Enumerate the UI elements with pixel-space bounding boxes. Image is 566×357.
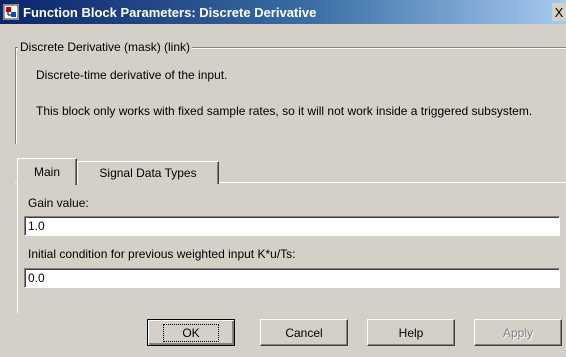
tab-panel-border bbox=[17, 183, 18, 313]
close-icon[interactable]: X bbox=[552, 3, 566, 21]
cancel-button[interactable]: Cancel bbox=[260, 319, 348, 346]
tab-signal-data-types[interactable]: Signal Data Types bbox=[77, 161, 219, 184]
title-bar[interactable]: Function Block Parameters: Discrete Deri… bbox=[0, 0, 566, 24]
mask-group-title: Discrete Derivative (mask) (link) bbox=[18, 40, 193, 54]
apply-button: Apply bbox=[474, 319, 562, 346]
ok-button[interactable]: OK bbox=[147, 319, 235, 346]
gain-label: Gain value: bbox=[28, 196, 89, 210]
help-button[interactable]: Help bbox=[367, 319, 455, 346]
initial-condition-input[interactable]: 0.0 bbox=[24, 268, 560, 288]
initial-condition-label: Initial condition for previous weighted … bbox=[28, 247, 296, 261]
simulink-block-icon bbox=[3, 4, 19, 20]
mask-groupbox bbox=[15, 47, 566, 144]
dialog-window: Function Block Parameters: Discrete Deri… bbox=[0, 0, 566, 357]
gain-input[interactable]: 1.0 bbox=[24, 216, 560, 236]
ok-button-label: OK bbox=[163, 323, 219, 342]
window-title: Function Block Parameters: Discrete Deri… bbox=[23, 4, 317, 20]
mask-description: Discrete-time derivative of the input. bbox=[36, 68, 228, 82]
tab-main[interactable]: Main bbox=[17, 158, 77, 185]
mask-note: This block only works with fixed sample … bbox=[36, 104, 533, 118]
